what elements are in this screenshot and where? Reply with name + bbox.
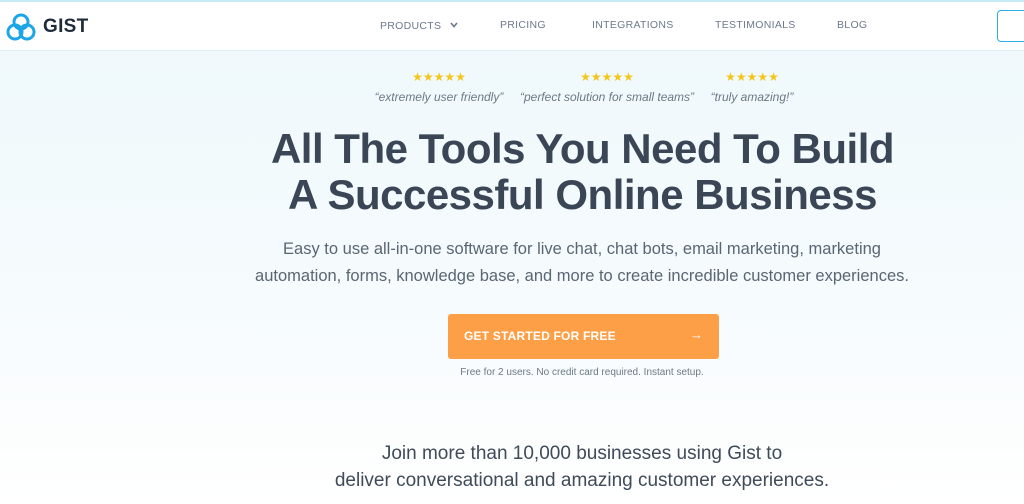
cta-note: Free for 2 users. No credit card require…	[460, 367, 704, 378]
hero-subtext: Easy to use all-in-one software for live…	[232, 236, 932, 290]
rating-stars: ★★★★★	[412, 70, 466, 84]
rating-stars: ★★★★★	[725, 70, 779, 84]
headline-line-2: A Successful Online Business	[288, 171, 877, 218]
chevron-down-icon	[449, 19, 458, 31]
header-login-button[interactable]	[997, 10, 1024, 42]
review-quote: “perfect solution for small teams”	[519, 90, 695, 104]
review-quote: “truly amazing!”	[710, 90, 794, 104]
social-proof-line-1: Join more than 10,000 businesses using G…	[381, 443, 783, 464]
page: GIST PRODUCTS PRICING INTEGRATIONS TESTI…	[0, 0, 1024, 504]
social-proof-line-2: deliver conversational and amazing custo…	[334, 470, 830, 491]
hero-headline: All The Tools You Need To Build A Succes…	[180, 126, 985, 218]
review-item: ★★★★★ “extremely user friendly”	[372, 70, 506, 104]
subtext-line-2: automation, forms, knowledge base, and m…	[255, 267, 909, 285]
review-item: ★★★★★ “truly amazing!”	[707, 70, 797, 104]
subtext-line-1: Easy to use all-in-one software for live…	[283, 240, 881, 258]
nav-integrations[interactable]: INTEGRATIONS	[592, 19, 674, 31]
headline-line-1: All The Tools You Need To Build	[270, 125, 895, 172]
logo[interactable]: GIST	[6, 13, 89, 41]
arrow-right-icon: →	[690, 327, 703, 342]
rating-stars: ★★★★★	[580, 70, 634, 84]
review-item: ★★★★★ “perfect solution for small teams”	[516, 70, 698, 104]
site-header: GIST PRODUCTS PRICING INTEGRATIONS TESTI…	[0, 2, 1024, 51]
nav-testimonials[interactable]: TESTIMONIALS	[715, 19, 796, 31]
logo-text: GIST	[43, 16, 89, 37]
social-proof-text: Join more than 10,000 businesses using G…	[232, 440, 932, 494]
nav-products-label: PRODUCTS	[380, 20, 442, 32]
nav-blog[interactable]: BLOG	[837, 19, 867, 31]
gist-logo-icon	[6, 13, 36, 41]
cta-label: GET STARTED FOR FREE	[464, 329, 616, 343]
nav-products[interactable]: PRODUCTS	[380, 19, 458, 32]
get-started-button[interactable]: GET STARTED FOR FREE →	[448, 314, 719, 359]
review-quote: “extremely user friendly”	[374, 90, 504, 104]
nav-pricing[interactable]: PRICING	[500, 19, 546, 31]
